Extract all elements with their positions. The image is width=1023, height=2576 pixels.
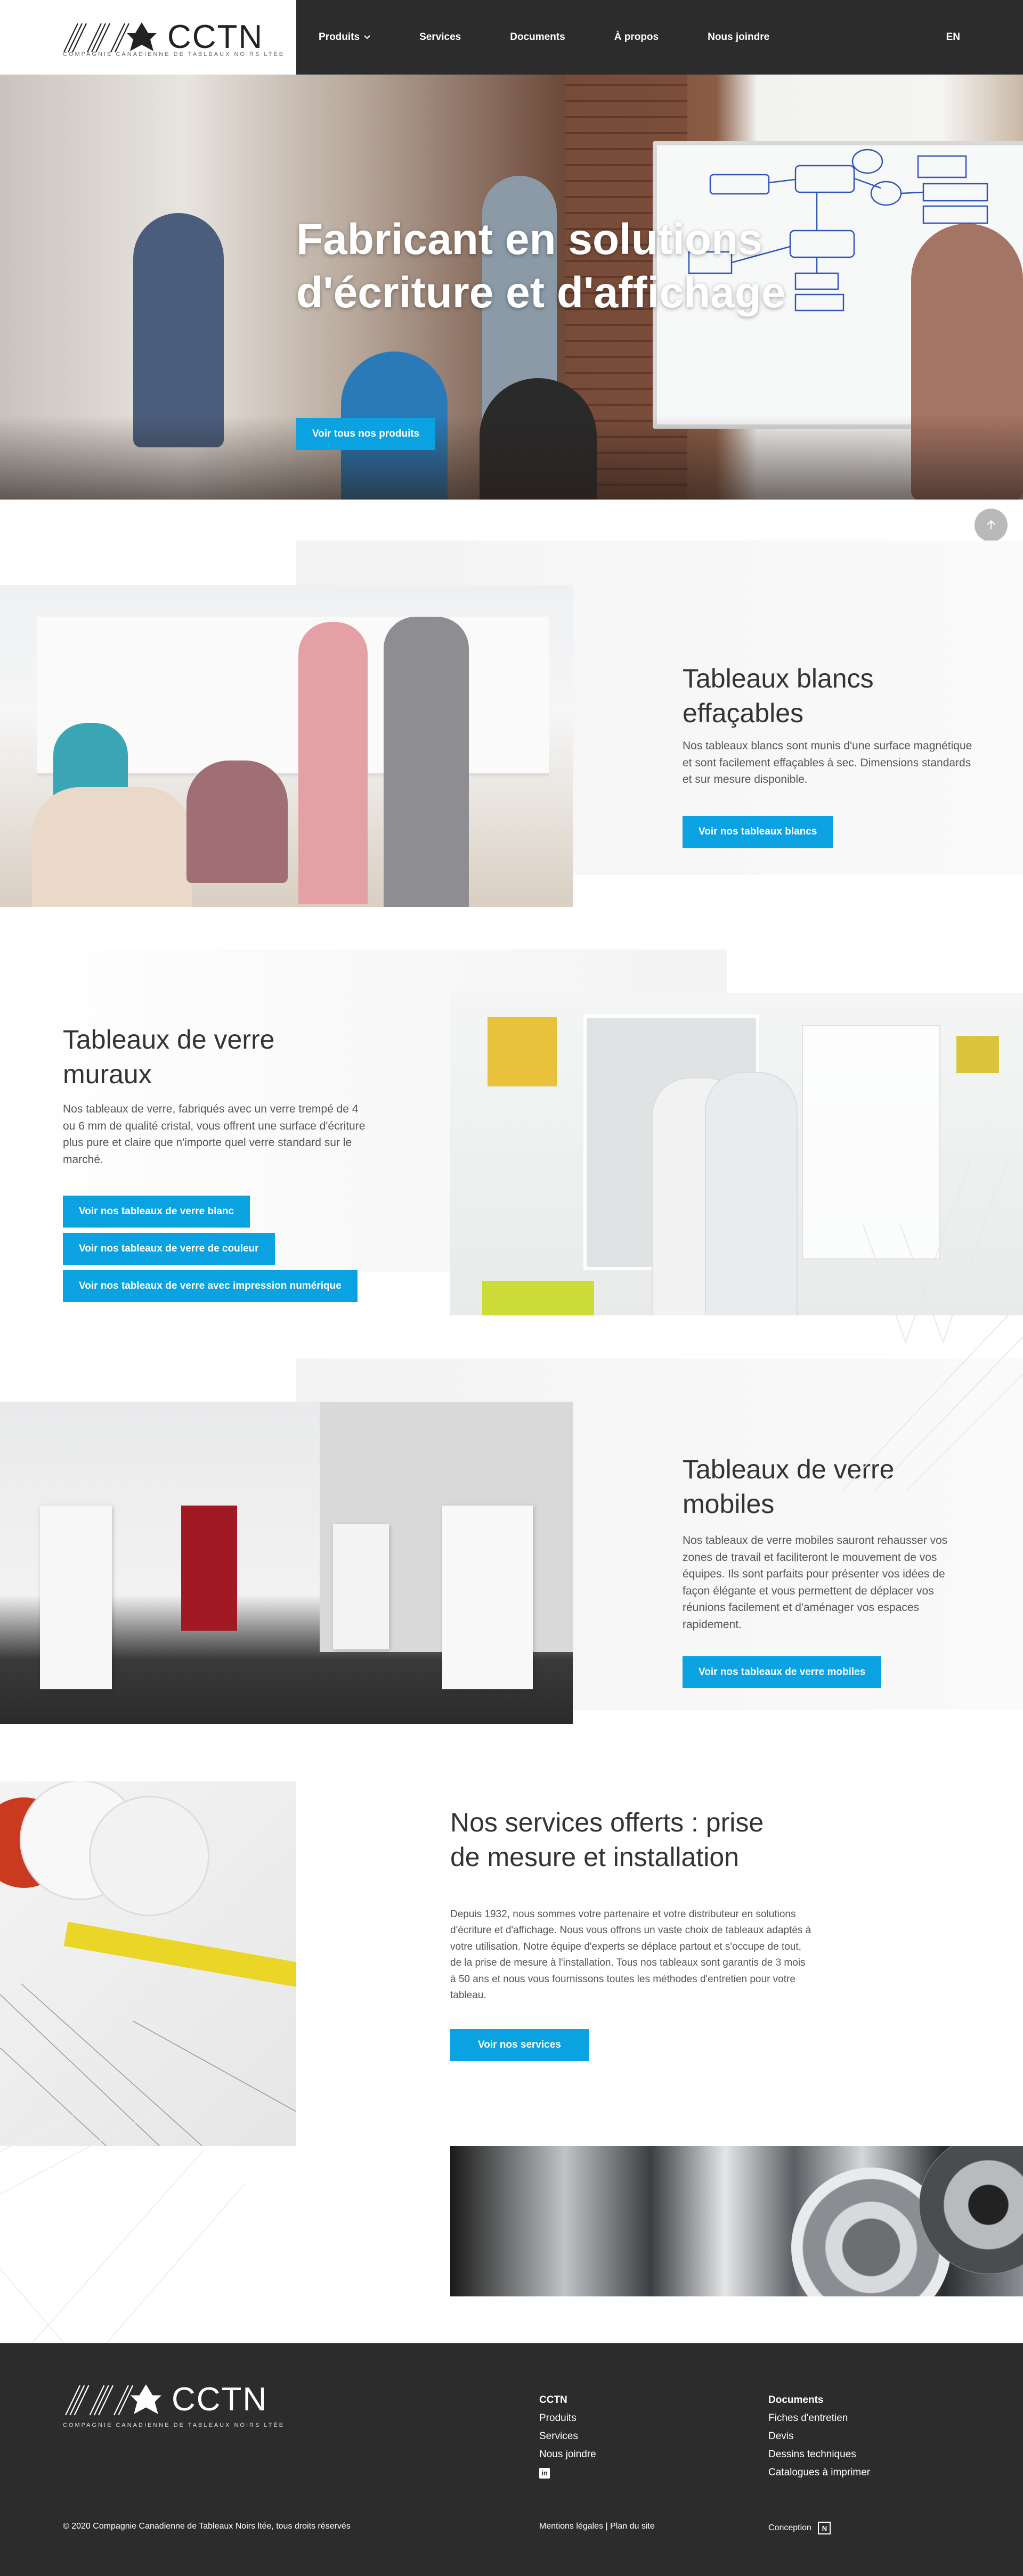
footer-link-services[interactable]: Services [539, 2427, 596, 2446]
footer-link-fiches[interactable]: Fiches d'entretien [768, 2409, 870, 2427]
mobile-board-red [181, 1506, 237, 1631]
student-3 [186, 760, 288, 883]
footer-conception: Conception N [768, 2522, 831, 2534]
services-title-line2: de mesure et installation [450, 1842, 739, 1872]
main-nav: Produits Services Documents À propos Nou… [296, 0, 1023, 75]
desk [482, 1281, 594, 1315]
glass-white-button[interactable]: Voir nos tableaux de verre blanc [63, 1196, 250, 1228]
view-all-products-button[interactable]: Voir tous nos produits [296, 418, 436, 450]
logo-text: CCTN [167, 19, 264, 55]
mobile-board-white-2 [333, 1524, 389, 1649]
services-title-line1: Nos services offerts : prise [450, 1808, 764, 1837]
footer-link-produits[interactable]: Produits [539, 2409, 596, 2427]
agency-logo-icon[interactable]: N [818, 2522, 831, 2534]
footer-link-catalogues[interactable]: Catalogues à imprimer [768, 2464, 870, 2482]
steel-coils-image [450, 2146, 1023, 2296]
services-title: Nos services offerts : prise de mesure e… [450, 1805, 855, 1875]
nav-item-services[interactable]: Services [419, 31, 461, 43]
footer-logo-subtitle: COMPAGNIE CANADIENNE DE TABLEAUX NOIRS L… [63, 2422, 285, 2428]
student-2 [32, 787, 192, 907]
whiteboards-title: Tableaux blancs effaçables [683, 661, 960, 731]
footer-logo-text: CCTN [172, 2381, 268, 2418]
glass-mobile-title-line2: mobiles [683, 1489, 775, 1519]
yellow-note-small [956, 1036, 999, 1073]
yellow-note [488, 1017, 557, 1086]
glass-mobile-office-image [0, 1402, 573, 1724]
footer-link-nous-joindre[interactable]: Nous joindre [539, 2446, 596, 2464]
man-2 [706, 1073, 797, 1315]
arrow-up-icon [987, 520, 995, 529]
services-button[interactable]: Voir nos services [450, 2029, 589, 2061]
services-description: Depuis 1932, nous sommes votre partenair… [450, 1909, 811, 2001]
logo-container[interactable]: CCTN COMPAGNIE CANADIENNE DE TABLEAUX NO… [0, 0, 296, 75]
nav-item-nous-joindre[interactable]: Nous joindre [708, 31, 769, 43]
footer-col-heading: Documents [768, 2394, 824, 2406]
glass-mobile-button[interactable]: Voir nos tableaux de verre mobiles [683, 1656, 882, 1688]
blueprint-lines-icon [0, 1983, 296, 2146]
logo-subtitle: COMPAGNIE CANADIENNE DE TABLEAUX NOIRS L… [63, 51, 285, 58]
glass-digital-print-button[interactable]: Voir nos tableaux de verre avec impressi… [63, 1270, 358, 1302]
services-blueprint-image [0, 1781, 296, 2146]
glass-wall-description: Nos tableaux de verre, fabriqués avec un… [63, 1103, 366, 1166]
mobile-board-white-3 [442, 1506, 533, 1689]
hero-banner: Fabricant en solutions d'écriture et d'a… [0, 75, 1023, 500]
footer-copyright: © 2020 Compagnie Canadienne de Tableaux … [63, 2522, 351, 2531]
scroll-to-top-button[interactable] [975, 509, 1008, 542]
nav-item-documents[interactable]: Documents [510, 31, 565, 43]
hero-title: Fabricant en solutions d'écriture et d'a… [296, 213, 829, 320]
footer-col-documents: Documents Fiches d'entretien Devis Dessi… [768, 2391, 870, 2482]
footer-logo[interactable]: CCTN [63, 2383, 267, 2416]
footer-col-cctn: CCTN Produits Services Nous joindre in [539, 2391, 596, 2482]
decorative-lines-icon [842, 1161, 1023, 1491]
nav-item-produits[interactable]: Produits [319, 31, 370, 43]
decorative-lines-left-icon [0, 2109, 246, 2343]
teacher [298, 622, 368, 904]
nav-item-a-propos[interactable]: À propos [614, 31, 659, 43]
footer-col-heading: CCTN [539, 2394, 567, 2406]
logo[interactable]: CCTN [63, 21, 263, 54]
footer-link-devis[interactable]: Devis [768, 2427, 870, 2446]
hero-title-line2: d'écriture et d'affichage [296, 268, 786, 317]
whiteboards-classroom-image [0, 585, 573, 907]
site-footer: CCTN COMPAGNIE CANADIENNE DE TABLEAUX NO… [0, 2343, 1023, 2576]
hero-shade [0, 415, 1023, 500]
mobile-board-white-1 [40, 1506, 112, 1689]
language-switch[interactable]: EN [946, 31, 960, 43]
glass-wall-title-line2: muraux [63, 1059, 152, 1089]
footer-legal-links[interactable]: Mentions légales | Plan du site [539, 2522, 655, 2531]
nav-item-label: Produits [319, 31, 360, 43]
linkedin-icon[interactable]: in [539, 2468, 550, 2479]
footer-conception-label: Conception [768, 2523, 811, 2533]
hero-person-left [133, 213, 224, 447]
footer-logo-mark-icon [65, 2384, 161, 2416]
glass-wall-title: Tableaux de verre muraux [63, 1023, 383, 1092]
glass-wall-title-line1: Tableaux de verre [63, 1025, 275, 1054]
chevron-down-icon [364, 35, 370, 39]
student-at-board [384, 617, 469, 907]
whiteboards-button[interactable]: Voir nos tableaux blancs [683, 816, 833, 848]
whiteboards-title-line1: Tableaux blancs [683, 664, 874, 693]
whiteboards-title-line2: effaçables [683, 698, 804, 728]
hero-title-line1: Fabricant en solutions [296, 215, 762, 264]
logo-mark-icon [63, 22, 157, 53]
glass-color-button[interactable]: Voir nos tableaux de verre de couleur [63, 1233, 275, 1265]
footer-link-dessins[interactable]: Dessins techniques [768, 2446, 870, 2464]
glass-mobile-description: Nos tableaux de verre mobiles sauront re… [683, 1534, 948, 1631]
whiteboards-description: Nos tableaux blancs sont munis d'une sur… [683, 740, 972, 786]
site-header: CCTN COMPAGNIE CANADIENNE DE TABLEAUX NO… [0, 0, 1023, 75]
